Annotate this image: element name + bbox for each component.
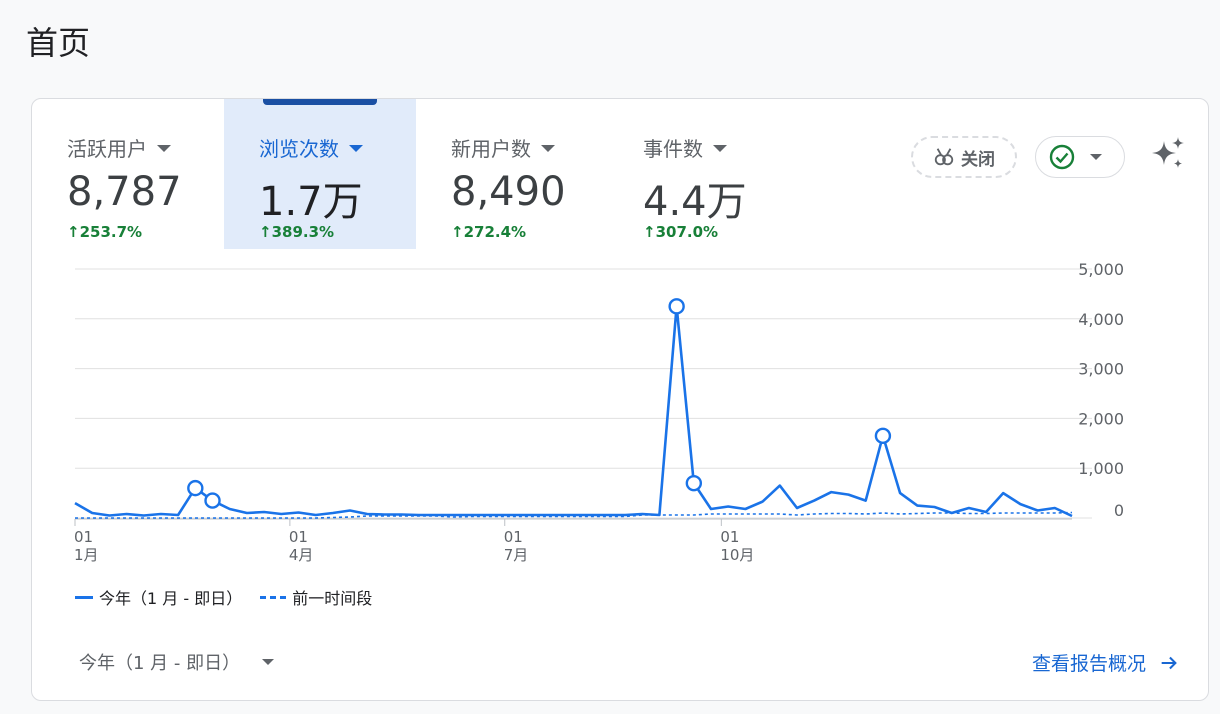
metric-value: 4.4万 [643,179,747,225]
x-tick-month: 10月 [720,546,754,564]
metric-change: ↑253.7% [67,223,143,241]
x-tick-day: 01 [720,528,739,546]
y-tick-label: 3,000 [1078,360,1124,379]
metric-label: 活跃用户 [67,133,171,162]
view-report-link[interactable]: 查看报告概况 [1032,649,1180,676]
metric-tab-views[interactable]: 浏览次数 1.7万 ↑389.3% [224,99,416,249]
x-tick-day: 01 [289,528,308,546]
anomaly-marker [874,427,892,445]
metric-value: 8,787 [67,169,182,215]
metric-change: ↑272.4% [451,223,527,241]
y-tick-label: 0 [1114,501,1124,520]
chevron-down-icon [157,145,171,152]
y-tick-label: 4,000 [1078,310,1124,329]
date-range-label: 今年（1 月 - 即日） [79,653,241,674]
metric-label: 新用户数 [451,133,555,162]
view-report-label: 查看报告概况 [1031,653,1146,675]
chevron-down-icon [262,659,275,665]
metric-value: 8,490 [451,169,566,215]
x-tick-day: 01 [504,528,523,546]
close-label: 关闭 [961,149,995,170]
overview-card: 活跃用户 8,787 ↑253.7% 浏览次数 1.7万 ↑389.3% 新用户… [31,98,1209,701]
metric-label: 事件数 [643,133,727,162]
chevron-down-icon [1090,154,1102,160]
legend-label: 今年（1 月 - 即日） [99,589,243,608]
x-tick-day: 01 [74,528,93,546]
anomaly-marker [668,298,685,315]
chart-legend: 今年（1 月 - 即日） 前一时间段 [75,585,372,609]
sparkle-icon[interactable] [1148,135,1188,175]
metric-value: 1.7万 [259,179,363,225]
metric-label: 浏览次数 [259,133,363,162]
x-tick-month: 1月 [74,546,99,564]
legend-item-previous: 前一时间段 [260,585,372,609]
y-tick-label: 5,000 [1078,260,1124,279]
comparison-toggle[interactable] [1035,136,1125,178]
legend-label: 前一时间段 [292,589,373,608]
insights-off-icon [934,148,954,166]
date-range-selector[interactable]: 今年（1 月 - 即日） [79,649,275,675]
x-tick-month: 7月 [504,546,529,564]
dashed-line-swatch [260,595,287,599]
y-tick-label: 1,000 [1078,459,1124,478]
insights-close-button[interactable]: 关闭 [911,136,1017,178]
page-title: 首页 [26,24,91,62]
anomaly-marker [204,492,221,509]
y-tick-label: 2,000 [1078,409,1124,428]
metric-tab-events[interactable]: 事件数 4.4万 ↑307.0% [608,99,800,249]
legend-item-current: 今年（1 月 - 即日） [75,585,242,609]
check-circle-icon [1049,144,1075,170]
x-tick-month: 4月 [289,546,314,564]
metric-tab-new-users[interactable]: 新用户数 8,490 ↑272.4% [416,99,608,249]
chevron-down-icon [541,145,555,152]
selected-indicator [263,99,377,105]
metric-change: ↑389.3% [259,223,335,241]
metric-change: ↑307.0% [643,223,719,241]
arrow-right-icon [1161,656,1177,669]
chevron-down-icon [713,145,727,152]
anomaly-marker [187,479,204,497]
metric-tab-active-users[interactable]: 活跃用户 8,787 ↑253.7% [32,99,224,249]
series-line-current [74,304,1073,518]
chevron-down-icon [349,145,363,152]
line-chart: 5,0004,0003,0002,0001,0000011月014月017月01… [74,260,1124,564]
solid-line-swatch [75,595,93,599]
anomaly-marker [685,474,703,492]
